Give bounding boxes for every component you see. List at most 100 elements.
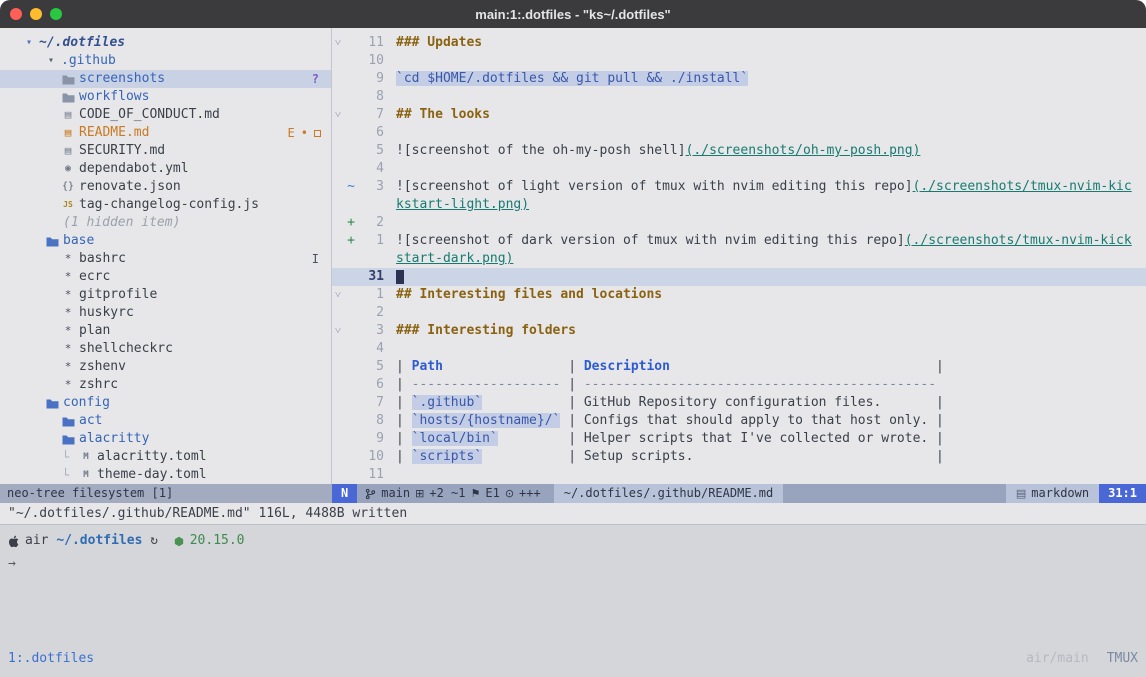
neotree-list: ▾~/.dotfiles▾.githubscreenshots?workflow… xyxy=(0,34,331,484)
line-number: 8 xyxy=(358,412,384,430)
editor-line[interactable]: ~3![screenshot of light version of tmux … xyxy=(332,178,1146,196)
tree-item-base[interactable]: base xyxy=(0,232,331,250)
editor-line[interactable]: 5![screenshot of the oh-my-posh shell](.… xyxy=(332,142,1146,160)
git-status-badge: I xyxy=(312,250,319,268)
editor-line[interactable]: 8| `hosts/{hostname}/` | Configs that sh… xyxy=(332,412,1146,430)
tree-item-renovate-json[interactable]: {}renovate.json xyxy=(0,178,331,196)
editor-line[interactable]: 5| Path | Description | xyxy=(332,358,1146,376)
folder-icon xyxy=(60,416,76,427)
tree-item-1-hidden-item[interactable]: (1 hidden item) xyxy=(0,214,331,232)
tree-item-label: plan xyxy=(76,322,110,340)
line-number: 11 xyxy=(358,466,384,484)
tree-item-label: shellcheckrc xyxy=(76,340,173,358)
command-line-message: "~/.dotfiles/.github/README.md" 116L, 44… xyxy=(0,503,1146,524)
extra-icon: ⊙ xyxy=(505,484,514,503)
tmux-window-label[interactable]: 1:.dotfiles xyxy=(8,650,94,668)
tree-item-act[interactable]: act xyxy=(0,412,331,430)
editor-line[interactable]: 7| `.github` | GitHub Repository configu… xyxy=(332,394,1146,412)
tree-item-ecrc[interactable]: *ecrc xyxy=(0,268,331,286)
tree-item-dotfiles[interactable]: ▾~/.dotfiles xyxy=(0,34,331,52)
fold-icon xyxy=(332,196,344,214)
tree-item-github[interactable]: ▾.github xyxy=(0,52,331,70)
line-number: 6 xyxy=(358,376,384,394)
tree-item-dependabot-yml[interactable]: ◉dependabot.yml xyxy=(0,160,331,178)
editor-line[interactable]: ˅1## Interesting files and locations xyxy=(332,286,1146,304)
js-icon: JS xyxy=(60,196,76,214)
filetype-segment: ▤ markdown xyxy=(1006,484,1099,503)
line-number: 3 xyxy=(358,178,384,196)
tree-item-label: ~/.dotfiles xyxy=(36,34,125,52)
shell-icon: * xyxy=(60,268,76,286)
tree-item-theme-day-toml[interactable]: └Mtheme-day.toml xyxy=(0,466,331,484)
git-sign xyxy=(344,286,358,304)
statusline-file-path[interactable]: ~/.dotfiles/.github/README.md xyxy=(554,484,784,503)
markdown-file-icon: ▤ xyxy=(60,142,76,160)
tree-item-plan[interactable]: *plan xyxy=(0,322,331,340)
git-sign xyxy=(344,430,358,448)
editor-line[interactable]: 2 xyxy=(332,304,1146,322)
fold-icon xyxy=(332,340,344,358)
tree-item-gitprofile[interactable]: *gitprofile xyxy=(0,286,331,304)
editor-line[interactable]: 8 xyxy=(332,88,1146,106)
git-sign xyxy=(344,250,358,268)
editor-line[interactable]: ˅7## The looks xyxy=(332,106,1146,124)
editor-wrap-line[interactable]: start-dark.png) xyxy=(332,250,1146,268)
git-sign xyxy=(344,52,358,70)
tree-item-bashrc[interactable]: *bashrcI xyxy=(0,250,331,268)
editor-line[interactable]: 10| `scripts` | Setup scripts. | xyxy=(332,448,1146,466)
editor-line[interactable]: ˅3### Interesting folders xyxy=(332,322,1146,340)
tree-item-shellcheckrc[interactable]: *shellcheckrc xyxy=(0,340,331,358)
git-sign xyxy=(344,304,358,322)
shell-icon: * xyxy=(60,250,76,268)
minimize-button[interactable] xyxy=(30,8,42,20)
tree-item-security-md[interactable]: ▤SECURITY.md xyxy=(0,142,331,160)
close-button[interactable] xyxy=(10,8,22,20)
tree-guide: └ xyxy=(62,448,78,466)
fold-icon xyxy=(332,304,344,322)
editor-pane[interactable]: ˅11### Updates109`cd $HOME/.dotfiles && … xyxy=(332,28,1146,484)
tree-item-screenshots[interactable]: screenshots? xyxy=(0,70,331,88)
editor-line[interactable]: 9`cd $HOME/.dotfiles && git pull && ./in… xyxy=(332,70,1146,88)
editor-line[interactable]: 31 xyxy=(332,268,1146,286)
editor-line[interactable]: 6| ------------------- | ---------------… xyxy=(332,376,1146,394)
tree-item-alacritty-toml[interactable]: └Malacritty.toml xyxy=(0,448,331,466)
diagnostics-count: E1 xyxy=(485,484,499,503)
editor-line[interactable]: +1![screenshot of dark version of tmux w… xyxy=(332,232,1146,250)
editor-line[interactable]: 9| `local/bin` | Helper scripts that I'v… xyxy=(332,430,1146,448)
tree-item-huskyrc[interactable]: *huskyrc xyxy=(0,304,331,322)
tree-item-config[interactable]: config xyxy=(0,394,331,412)
folder-icon xyxy=(60,74,76,85)
editor-line[interactable]: 4 xyxy=(332,340,1146,358)
tree-item-zshrc[interactable]: *zshrc xyxy=(0,376,331,394)
fold-icon xyxy=(332,376,344,394)
editor-line[interactable]: 11 xyxy=(332,466,1146,484)
zoom-button[interactable] xyxy=(50,8,62,20)
line-number: 7 xyxy=(358,394,384,412)
tree-item-tag-changelog-config-js[interactable]: JStag-changelog-config.js xyxy=(0,196,331,214)
tree-item-code-of-conduct-md[interactable]: ▤CODE_OF_CONDUCT.md xyxy=(0,106,331,124)
editor-line[interactable]: +2 xyxy=(332,214,1146,232)
tmux-label: TMUX xyxy=(1107,650,1138,668)
line-text: | Path | Description | xyxy=(396,358,1146,376)
toml-icon: M xyxy=(78,448,94,466)
tree-item-label: dependabot.yml xyxy=(76,160,189,178)
tree-item-workflows[interactable]: workflows xyxy=(0,88,331,106)
git-sign xyxy=(344,466,358,484)
line-text xyxy=(396,214,1146,232)
tree-item-readme-md[interactable]: ▤README.mdE• xyxy=(0,124,331,142)
tree-item-zshenv[interactable]: *zshenv xyxy=(0,358,331,376)
editor-line[interactable]: 10 xyxy=(332,52,1146,70)
line-number: 9 xyxy=(358,430,384,448)
editor-line[interactable]: 6 xyxy=(332,124,1146,142)
editor-line[interactable]: 4 xyxy=(332,160,1146,178)
tree-item-alacritty[interactable]: alacritty xyxy=(0,430,331,448)
line-number: 5 xyxy=(358,142,384,160)
git-sign xyxy=(344,88,358,106)
editor-wrap-line[interactable]: kstart-light.png) xyxy=(332,196,1146,214)
cursor-position: 31:1 xyxy=(1099,484,1146,503)
editor-line[interactable]: ˅11### Updates xyxy=(332,34,1146,52)
git-sign xyxy=(344,124,358,142)
fold-icon xyxy=(332,232,344,250)
shell-pane[interactable]: air ~/.dotfiles ↻ 20.15.0 → 1:.dotfiles … xyxy=(0,524,1146,677)
line-text: ![screenshot of dark version of tmux wit… xyxy=(396,232,1146,250)
